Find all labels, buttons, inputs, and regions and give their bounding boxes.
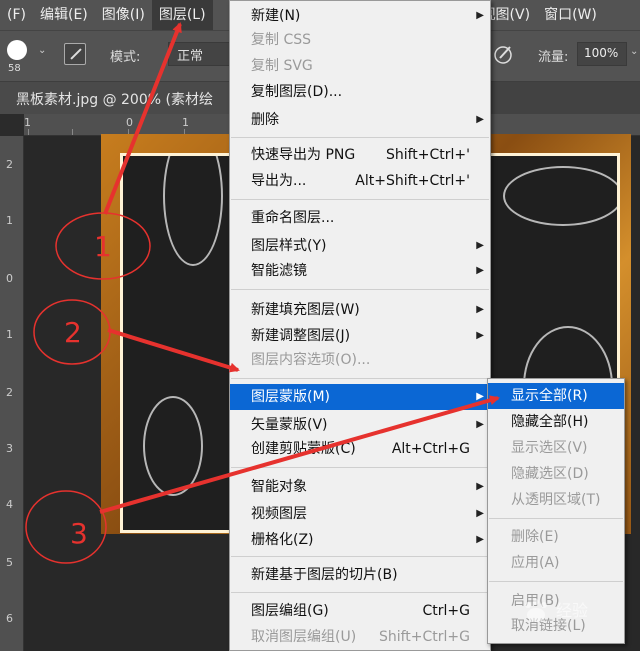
menu-file[interactable]: (F): [0, 0, 33, 30]
submenu-item-from-transparency: 从透明区域(T): [511, 492, 601, 508]
menu-layer[interactable]: 图层(L): [151, 0, 213, 30]
brush-size: 58: [8, 63, 21, 74]
watermark-text: 经验: [556, 601, 588, 620]
menu-item-rename-layer[interactable]: 重命名图层...: [230, 205, 490, 231]
submenu-item-hide-selection: 隐藏选区(D): [511, 466, 589, 482]
menu-item-ungroup-layers: 取消图层编组(U) Shift+Ctrl+G: [251, 629, 470, 645]
flow-label: 流量:: [538, 50, 569, 65]
ruler-left-label: 2: [6, 158, 13, 171]
document-tab[interactable]: 黑板素材.jpg @ 200% (素材绘: [0, 82, 260, 114]
menu-image[interactable]: 图像(I): [95, 0, 152, 30]
menu-window[interactable]: 窗口(W): [537, 0, 604, 30]
ruler-left-label: 0: [6, 272, 13, 285]
ruler-top-label: 1: [182, 116, 189, 129]
menu-item-export-as[interactable]: 导出为... Alt+Shift+Ctrl+': [230, 168, 490, 194]
submenu-item-reveal-selection: 显示选区(V): [511, 440, 588, 456]
ruler-left-label: 5: [6, 556, 13, 569]
menu-item-smart-filter[interactable]: 智能滤镜 ▶: [230, 258, 490, 284]
menu-item-quick-export-png[interactable]: 快速导出为 PNG Shift+Ctrl+': [230, 142, 490, 168]
ruler-left-label: 3: [6, 442, 13, 455]
menu-item-new-layer-based-slice[interactable]: 新建基于图层的切片(B): [230, 562, 490, 588]
mode-label: 模式:: [110, 50, 141, 65]
menu-item-layer-mask[interactable]: 图层蒙版(M) ▶: [230, 384, 490, 410]
ruler-top-label: 0: [126, 116, 133, 129]
menu-item-duplicate-layer[interactable]: 复制图层(D)...: [230, 79, 490, 105]
menu-item-rasterize[interactable]: 栅格化(Z) ▶: [230, 527, 490, 553]
ruler-left-label: 1: [6, 328, 13, 341]
menu-item-video-layer[interactable]: 视频图层 ▶: [230, 501, 490, 527]
menu-item-group-layers[interactable]: 图层编组(G) Ctrl+G: [230, 598, 490, 624]
menu-item-delete[interactable]: 删除 ▶: [230, 107, 490, 133]
brush-settings-icon[interactable]: [64, 43, 86, 65]
menu-item-new-fill-layer[interactable]: 新建填充图层(W) ▶: [230, 297, 490, 323]
ruler-left: 2 1 0 1 2 3 4 5 6: [0, 136, 24, 651]
menu-item-copy-css: 复制 CSS: [251, 32, 311, 48]
menu-item-create-clipping-mask[interactable]: 创建剪贴蒙版(C) Alt+Ctrl+G: [230, 436, 490, 462]
menu-item-layer-style[interactable]: 图层样式(Y) ▶: [230, 233, 490, 259]
submenu-item-delete: 删除(E): [511, 529, 559, 545]
mode-select[interactable]: 正常: [168, 42, 230, 66]
submenu-item-apply: 应用(A): [511, 555, 560, 571]
baidu-logo-icon: 经验: [525, 599, 588, 622]
menu-edit[interactable]: 编辑(E): [33, 0, 95, 30]
ruler-top-label: 1: [24, 116, 31, 129]
submenu-item-hide-all[interactable]: 隐藏全部(H): [488, 409, 624, 435]
menu-item-new[interactable]: 新建(N) ▶: [230, 3, 490, 29]
chevron-down-icon[interactable]: ⌄: [38, 45, 46, 56]
flow-input[interactable]: 100%: [577, 42, 627, 66]
airbrush-icon[interactable]: [492, 43, 514, 65]
menu-item-vector-mask[interactable]: 矢量蒙版(V) ▶: [230, 412, 490, 438]
menu-item-new-adjustment-layer[interactable]: 新建调整图层(J) ▶: [230, 323, 490, 349]
ruler-left-label: 4: [6, 498, 13, 511]
layer-menu: 新建(N) ▶ 复制 CSS 复制 SVG 复制图层(D)... 删除 ▶ 快速导出…: [229, 0, 491, 651]
menu-item-smart-object[interactable]: 智能对象 ▶: [230, 474, 490, 500]
menu-item-copy-svg: 复制 SVG: [251, 58, 313, 74]
submenu-item-reveal-all[interactable]: 显示全部(R): [488, 383, 624, 409]
ruler-left-label: 2: [6, 386, 13, 399]
menu-item-layer-content-options: 图层内容选项(O)...: [251, 352, 371, 368]
brush-preview-icon[interactable]: [7, 40, 27, 60]
ruler-left-label: 6: [6, 612, 13, 625]
ruler-left-label: 1: [6, 214, 13, 227]
chevron-down-icon[interactable]: ⌄: [630, 46, 638, 57]
